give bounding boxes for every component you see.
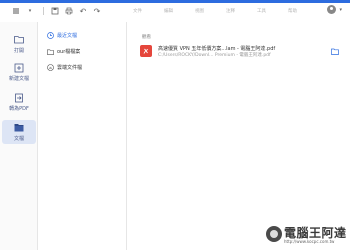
account-area: ▾ bbox=[327, 5, 342, 14]
nav-item-label: 轉為PDF bbox=[9, 105, 29, 112]
chevron-down-icon[interactable]: ▾ bbox=[24, 5, 36, 17]
nav-item-label: 文檔 bbox=[13, 135, 24, 142]
document-icon bbox=[14, 123, 24, 133]
nav-item-label: 打開 bbox=[13, 47, 24, 54]
document-sidebar: 最近文檔 our檔檔案 雲端文件檔 bbox=[39, 22, 127, 250]
menu-tools[interactable]: 工具 bbox=[257, 8, 266, 14]
print-icon[interactable] bbox=[63, 5, 75, 17]
sidebar-item-recent[interactable]: 最近文檔 bbox=[47, 32, 77, 39]
left-navigation: 打開 新建文檔 轉為PDF 文檔 bbox=[0, 22, 38, 250]
sidebar-item-label: 雲端文件檔 bbox=[57, 65, 83, 71]
watermark-logo bbox=[266, 226, 282, 242]
nav-item-convert-pdf[interactable]: 轉為PDF bbox=[2, 90, 36, 114]
menu-help[interactable]: 帮助 bbox=[288, 8, 297, 14]
menu-annotate[interactable]: 注释 bbox=[226, 8, 235, 14]
menu-file[interactable]: 文件 bbox=[133, 8, 142, 14]
sidebar-item-label: 最近文檔 bbox=[57, 33, 78, 39]
file-name: 高速優質 VPN 五年低價方案...lam - 電腦王阿達.pdf bbox=[158, 46, 276, 52]
new-document-icon bbox=[14, 63, 24, 73]
nav-item-label: 新建文檔 bbox=[8, 75, 29, 82]
chevron-down-icon[interactable]: ▾ bbox=[339, 7, 342, 13]
sidebar-item-cloud[interactable]: 雲端文件檔 bbox=[47, 64, 82, 71]
section-label: 觀看 bbox=[142, 35, 151, 40]
open-folder-icon[interactable] bbox=[330, 47, 340, 55]
watermark-url: http://www.kocpc.com.tw bbox=[284, 239, 335, 244]
file-row[interactable]: 高速優質 VPN 五年低價方案...lam - 電腦王阿達.pdf C:/Use… bbox=[140, 42, 340, 60]
cloud-icon bbox=[47, 64, 54, 71]
nav-item-new-document[interactable]: 新建文檔 bbox=[2, 60, 36, 84]
save-icon[interactable] bbox=[49, 5, 61, 17]
recent-files-panel: 觀看 高速優質 VPN 五年低價方案...lam - 電腦王阿達.pdf C:/… bbox=[128, 22, 350, 250]
sidebar-item-local-files[interactable]: our檔檔案 bbox=[47, 48, 80, 55]
menu-edit[interactable]: 编辑 bbox=[164, 8, 173, 14]
menu-view[interactable]: 视图 bbox=[195, 8, 204, 14]
watermark: 電腦王阿達 http://www.kocpc.com.tw bbox=[266, 224, 346, 246]
clock-icon bbox=[47, 32, 54, 39]
folder-icon bbox=[14, 35, 24, 45]
sidebar-item-label: our檔檔案 bbox=[57, 49, 81, 55]
toolbar: ▾ ↶ ↷ 文件 编辑 视图 注释 工具 帮助 ▾ bbox=[0, 3, 350, 19]
nav-item-open[interactable]: 打開 bbox=[2, 32, 36, 56]
redo-icon[interactable]: ↷ bbox=[91, 5, 103, 17]
nav-item-documents[interactable]: 文檔 bbox=[2, 120, 36, 144]
menu-icon[interactable] bbox=[10, 5, 22, 17]
file-path: C:/Users/ROCKY/Downl... Premium - 電腦王阿達.… bbox=[158, 53, 271, 58]
undo-icon[interactable]: ↶ bbox=[77, 5, 89, 17]
convert-icon bbox=[14, 93, 24, 103]
user-icon[interactable] bbox=[327, 5, 337, 14]
toolbar-divider bbox=[43, 7, 44, 15]
pdf-file-icon bbox=[140, 45, 152, 57]
folder-icon bbox=[47, 48, 54, 55]
